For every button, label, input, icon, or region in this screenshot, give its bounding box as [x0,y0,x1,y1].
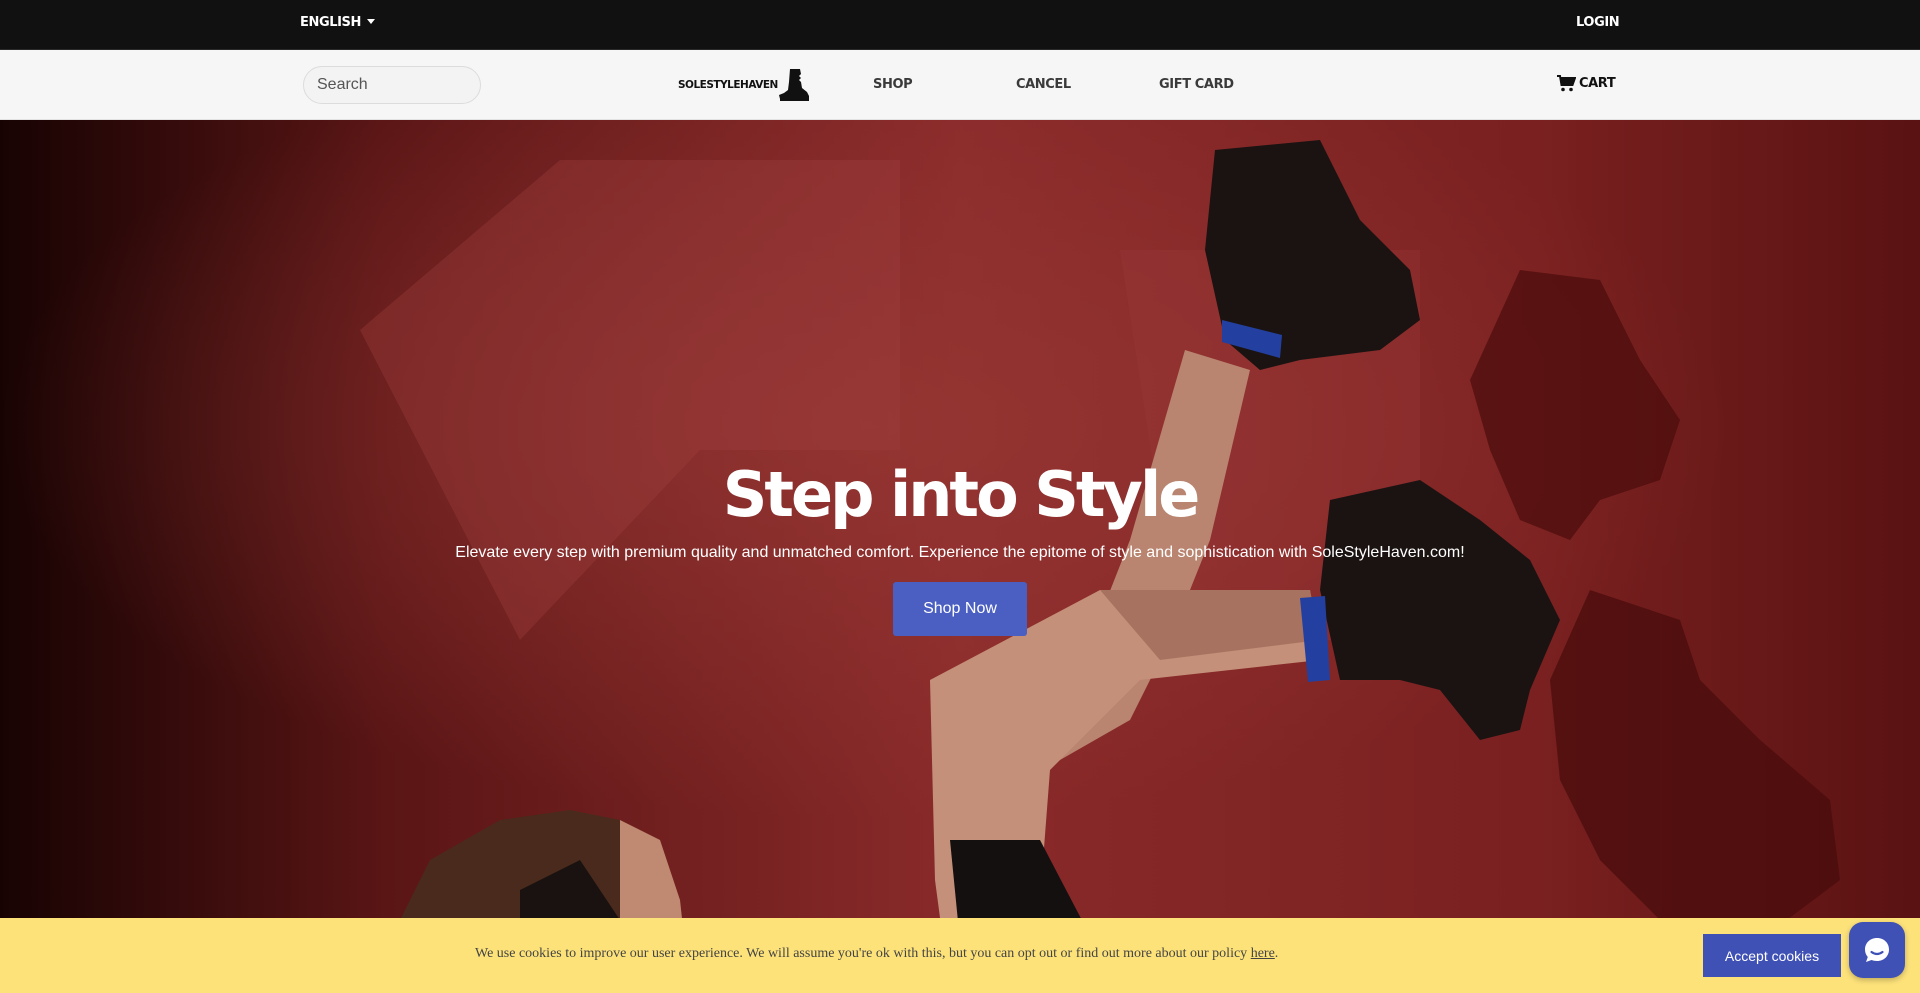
cart-icon [1557,75,1576,92]
cart-link[interactable]: CART [1557,75,1616,92]
cookie-text: We use cookies to improve our user exper… [475,946,1248,961]
site-logo[interactable]: SOLESTYLEHAVEN [678,68,810,102]
nav-cancel-link[interactable]: CANCEL [1016,77,1071,92]
language-label: ENGLISH [300,15,361,30]
cookie-message: We use cookies to improve our user exper… [475,946,1278,962]
main-navbar: SOLESTYLEHAVEN SHOP CANCEL GIFT CARD CAR… [0,50,1920,120]
cookie-text-period: . [1274,946,1279,961]
login-link[interactable]: LOGIN [1576,15,1620,30]
chat-widget-button[interactable] [1849,922,1905,978]
shop-now-button[interactable]: Shop Now [893,582,1027,636]
top-bar: ENGLISH LOGIN [0,0,1920,50]
language-dropdown[interactable]: ENGLISH [300,15,375,30]
nav-gift-card-link[interactable]: GIFT CARD [1159,77,1234,92]
search-input[interactable] [303,66,481,104]
cookie-policy-link[interactable]: here [1251,946,1275,961]
chevron-down-icon [367,18,375,24]
hero-subtitle: Elevate every step with premium quality … [455,544,1465,561]
cart-label: CART [1579,76,1616,91]
boot-icon [778,69,809,101]
nav-shop-link[interactable]: SHOP [873,77,913,92]
logo-text: SOLESTYLEHAVEN [678,79,778,91]
hero-section: Step into Style Elevate every step with … [0,120,1920,993]
cookie-banner: We use cookies to improve our user exper… [0,918,1920,993]
hero-title: Step into Style [722,458,1201,531]
accept-cookies-button[interactable]: Accept cookies [1703,934,1841,977]
chat-icon [1865,938,1889,962]
